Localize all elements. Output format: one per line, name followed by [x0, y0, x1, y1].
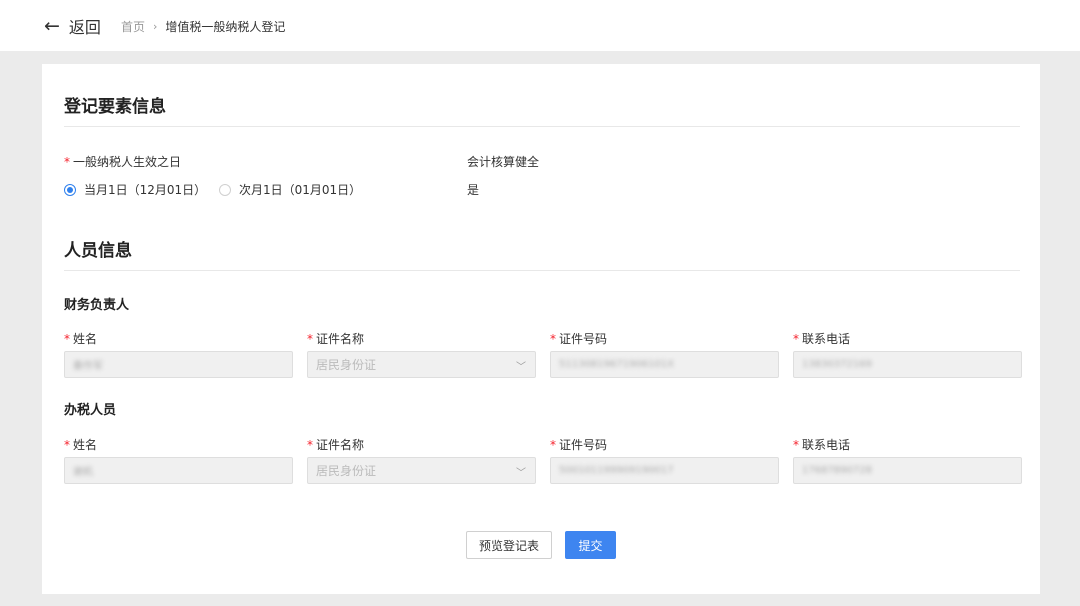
agent-id-type-select[interactable]: 居民身份证 ﹀: [307, 457, 536, 484]
arrow-left-icon: ←: [44, 15, 60, 37]
finance-name-input[interactable]: 秦作军: [64, 351, 293, 378]
agent-id-type-label: * 证件名称: [307, 438, 365, 452]
agent-name-label: * 姓名: [64, 438, 98, 452]
finance-head-title: 财务负责人: [64, 298, 130, 313]
back-button[interactable]: ← 返回: [44, 14, 101, 38]
finance-id-number-label: * 证件号码: [550, 332, 608, 346]
breadcrumb-separator-icon: ›: [153, 19, 158, 33]
submit-button[interactable]: 提交: [565, 531, 616, 559]
breadcrumb: 首页 › 增值税一般纳税人登记: [121, 17, 285, 35]
required-mark: *: [64, 155, 70, 169]
agent-id-number-label: * 证件号码: [550, 438, 608, 452]
effective-date-label: * 一般纳税人生效之日: [64, 155, 182, 169]
finance-name-label: * 姓名: [64, 332, 98, 346]
chevron-down-icon: ﹀: [516, 468, 526, 479]
radio-next-month[interactable]: 次月1日（01月01日）: [219, 181, 361, 198]
personnel-section-title: 人员信息: [64, 241, 132, 261]
radio-current-month-label: 当月1日（12月01日）: [84, 183, 207, 197]
radio-checked-icon: [64, 183, 76, 196]
top-bar: ← 返回 首页 › 增值税一般纳税人登记: [0, 0, 1080, 51]
finance-id-number-input[interactable]: 51130819671906101X: [550, 351, 779, 378]
radio-unchecked-icon: [219, 183, 231, 196]
agent-name-input[interactable]: 谢机: [64, 457, 293, 484]
agent-phone-label: * 联系电话: [793, 438, 851, 452]
agent-id-number-input[interactable]: 500101199909190017: [550, 457, 779, 484]
section-divider: [64, 270, 1020, 271]
preview-button[interactable]: 预览登记表: [466, 531, 552, 559]
radio-current-month[interactable]: 当月1日（12月01日）: [64, 181, 206, 198]
section-divider: [64, 126, 1020, 127]
finance-id-type-select[interactable]: 居民身份证 ﹀: [307, 351, 536, 378]
finance-id-type-label: * 证件名称: [307, 332, 365, 346]
radio-next-month-label: 次月1日（01月01日）: [239, 183, 362, 197]
accounting-label: 会计核算健全: [467, 155, 540, 169]
agent-phone-input[interactable]: 17687890728: [793, 457, 1022, 484]
form-card: 登记要素信息 * 一般纳税人生效之日 当月1日（12月01日） 次月1日（01月0…: [42, 64, 1040, 594]
tax-agent-title: 办税人员: [64, 403, 117, 418]
finance-phone-label: * 联系电话: [793, 332, 851, 346]
accounting-value: 是: [467, 183, 480, 197]
chevron-down-icon: ﹀: [516, 362, 526, 373]
breadcrumb-home[interactable]: 首页: [121, 18, 145, 35]
breadcrumb-current: 增值税一般纳税人登记: [165, 19, 286, 34]
finance-phone-input[interactable]: 13830372169: [793, 351, 1022, 378]
registration-section-title: 登记要素信息: [64, 97, 166, 117]
back-label: 返回: [68, 18, 101, 37]
